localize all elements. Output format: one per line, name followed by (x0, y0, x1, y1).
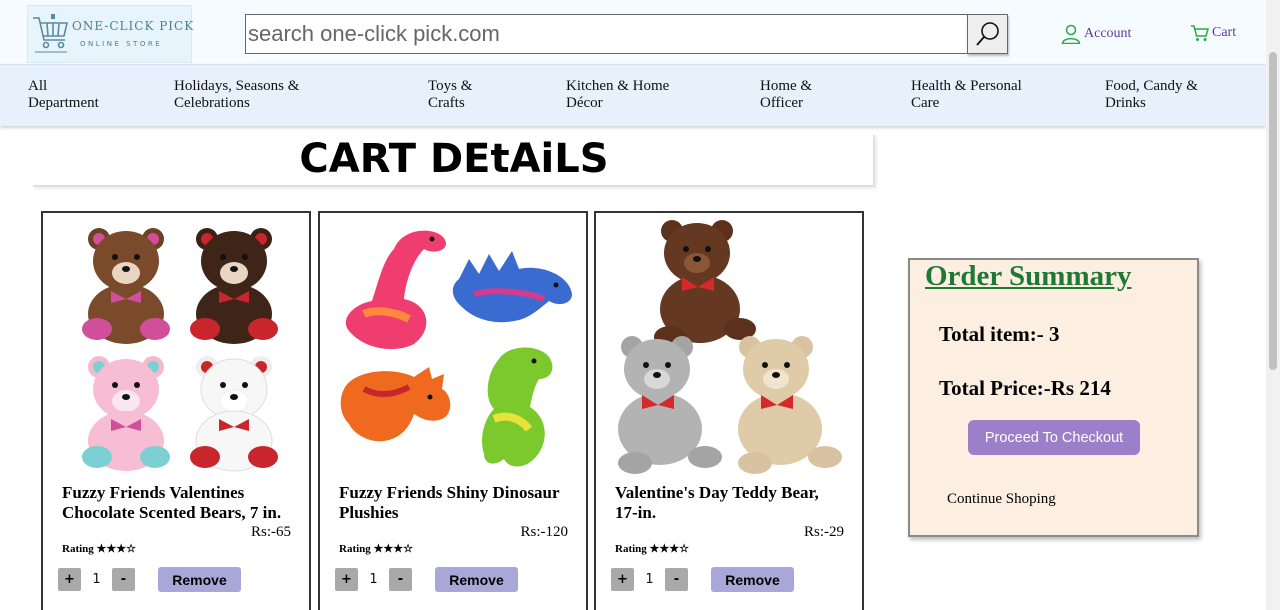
product-rating: Rating ★★★☆ (339, 543, 413, 555)
quantity-value: 1 (645, 572, 654, 587)
remove-button[interactable]: Remove (158, 567, 241, 592)
product-image-dinosaur-plushies (340, 230, 572, 467)
nav-label: Drinks (1105, 95, 1146, 111)
increase-quantity-button[interactable]: + (335, 568, 358, 591)
logo-subtitle: ONLINE STORE (80, 40, 163, 48)
product-name[interactable]: Fuzzy Friends Valentines Chocolate Scent… (62, 483, 292, 523)
logo-title: ONE-CLICK PICK (72, 19, 195, 33)
quantity-value: 1 (92, 572, 101, 587)
decrease-quantity-button[interactable]: - (665, 568, 688, 591)
nav-label: Kitchen & Home (566, 78, 670, 94)
product-price: Rs:-120 (520, 524, 568, 540)
nav-label: Food, Candy & (1105, 78, 1198, 94)
nav-item-holidays[interactable]: Holidays, Seasons & Celebrations (174, 78, 299, 112)
increase-quantity-button[interactable]: + (58, 568, 81, 591)
total-price: Total Price:-Rs 214 (939, 376, 1111, 400)
total-items: Total item:- 3 (939, 322, 1060, 346)
remove-button[interactable]: Remove (711, 567, 794, 592)
store-logo[interactable]: ONE-CLICK PICK ONLINE STORE (27, 5, 195, 63)
remove-button[interactable]: Remove (435, 567, 518, 592)
search-input[interactable] (245, 14, 967, 54)
page-title: CART DEtAiLS (299, 136, 609, 182)
product-card: Fuzzy Friends Shiny Dinosaur Plushies Rs… (318, 211, 588, 610)
cart-label: Cart (1212, 25, 1237, 40)
nav-label: Celebrations (174, 95, 250, 111)
product-image-valentine-bears (82, 228, 278, 472)
nav-label: Décor (566, 95, 603, 111)
nav-label: Holidays, Seasons & (174, 78, 300, 94)
product-card: Valentine's Day Teddy Bear, 17-in. Rs:-2… (594, 211, 864, 610)
product-rating: Rating ★★★☆ (615, 543, 689, 555)
account-label: Account (1084, 26, 1132, 41)
nav-item-kitchen[interactable]: Kitchen & Home Décor (566, 78, 669, 112)
proceed-to-checkout-button[interactable]: Proceed To Checkout (968, 420, 1140, 455)
product-card: Fuzzy Friends Valentines Chocolate Scent… (41, 211, 311, 610)
nav-label: Officer (760, 95, 804, 111)
product-price: Rs:-65 (250, 524, 291, 540)
quantity-stepper: + 1 - Remove (58, 567, 241, 592)
product-image-teddy-bears (618, 220, 842, 474)
nav-item-health[interactable]: Health & Personal Care (911, 78, 1022, 112)
product-price: Rs:-29 (803, 524, 844, 540)
quantity-stepper: + 1 - Remove (335, 567, 518, 592)
user-icon (1061, 24, 1081, 44)
search-button[interactable] (967, 14, 1008, 54)
order-summary-panel: Order Summary Total item:- 3 Total Price… (908, 258, 1199, 537)
cart-link[interactable]: Cart (1190, 24, 1236, 42)
category-nav: All Department Holidays, Seasons & Celeb… (0, 64, 1266, 126)
product-name[interactable]: Fuzzy Friends Shiny Dinosaur Plushies (339, 483, 569, 523)
account-link[interactable]: Account (1061, 24, 1131, 44)
quantity-stepper: + 1 - Remove (611, 567, 794, 592)
nav-item-home-office[interactable]: Home & Officer (760, 78, 812, 112)
order-summary-title: Order Summary (925, 260, 1132, 292)
scrollbar-thumb[interactable] (1269, 52, 1277, 370)
continue-shopping-link[interactable]: Continue Shoping (947, 491, 1056, 508)
header: ONE-CLICK PICK ONLINE STORE Account Cart (0, 0, 1266, 64)
product-name[interactable]: Valentine's Day Teddy Bear, 17-in. (615, 483, 845, 523)
nav-label: All (28, 78, 48, 94)
nav-label: Home & (760, 78, 813, 94)
quantity-value: 1 (369, 572, 378, 587)
nav-item-food[interactable]: Food, Candy & Drinks (1105, 78, 1198, 112)
nav-label: Health & Personal (911, 78, 1022, 94)
cart-icon (1191, 25, 1209, 41)
nav-label: Care (911, 95, 940, 111)
page-scrollbar[interactable] (1266, 0, 1280, 610)
decrease-quantity-button[interactable]: - (112, 568, 135, 591)
nav-label: Department (28, 95, 99, 111)
search-icon (975, 22, 999, 46)
cart-logo-icon (33, 14, 69, 53)
increase-quantity-button[interactable]: + (611, 568, 634, 591)
nav-item-all-department[interactable]: All Department (28, 78, 99, 112)
product-rating: Rating ★★★☆ (62, 543, 136, 555)
page-title-box: CART DEtAiLS (33, 135, 875, 187)
decrease-quantity-button[interactable]: - (389, 568, 412, 591)
nav-label: Toys & (428, 78, 473, 94)
nav-item-toys[interactable]: Toys & Crafts (428, 78, 472, 112)
nav-label: Crafts (428, 95, 465, 111)
